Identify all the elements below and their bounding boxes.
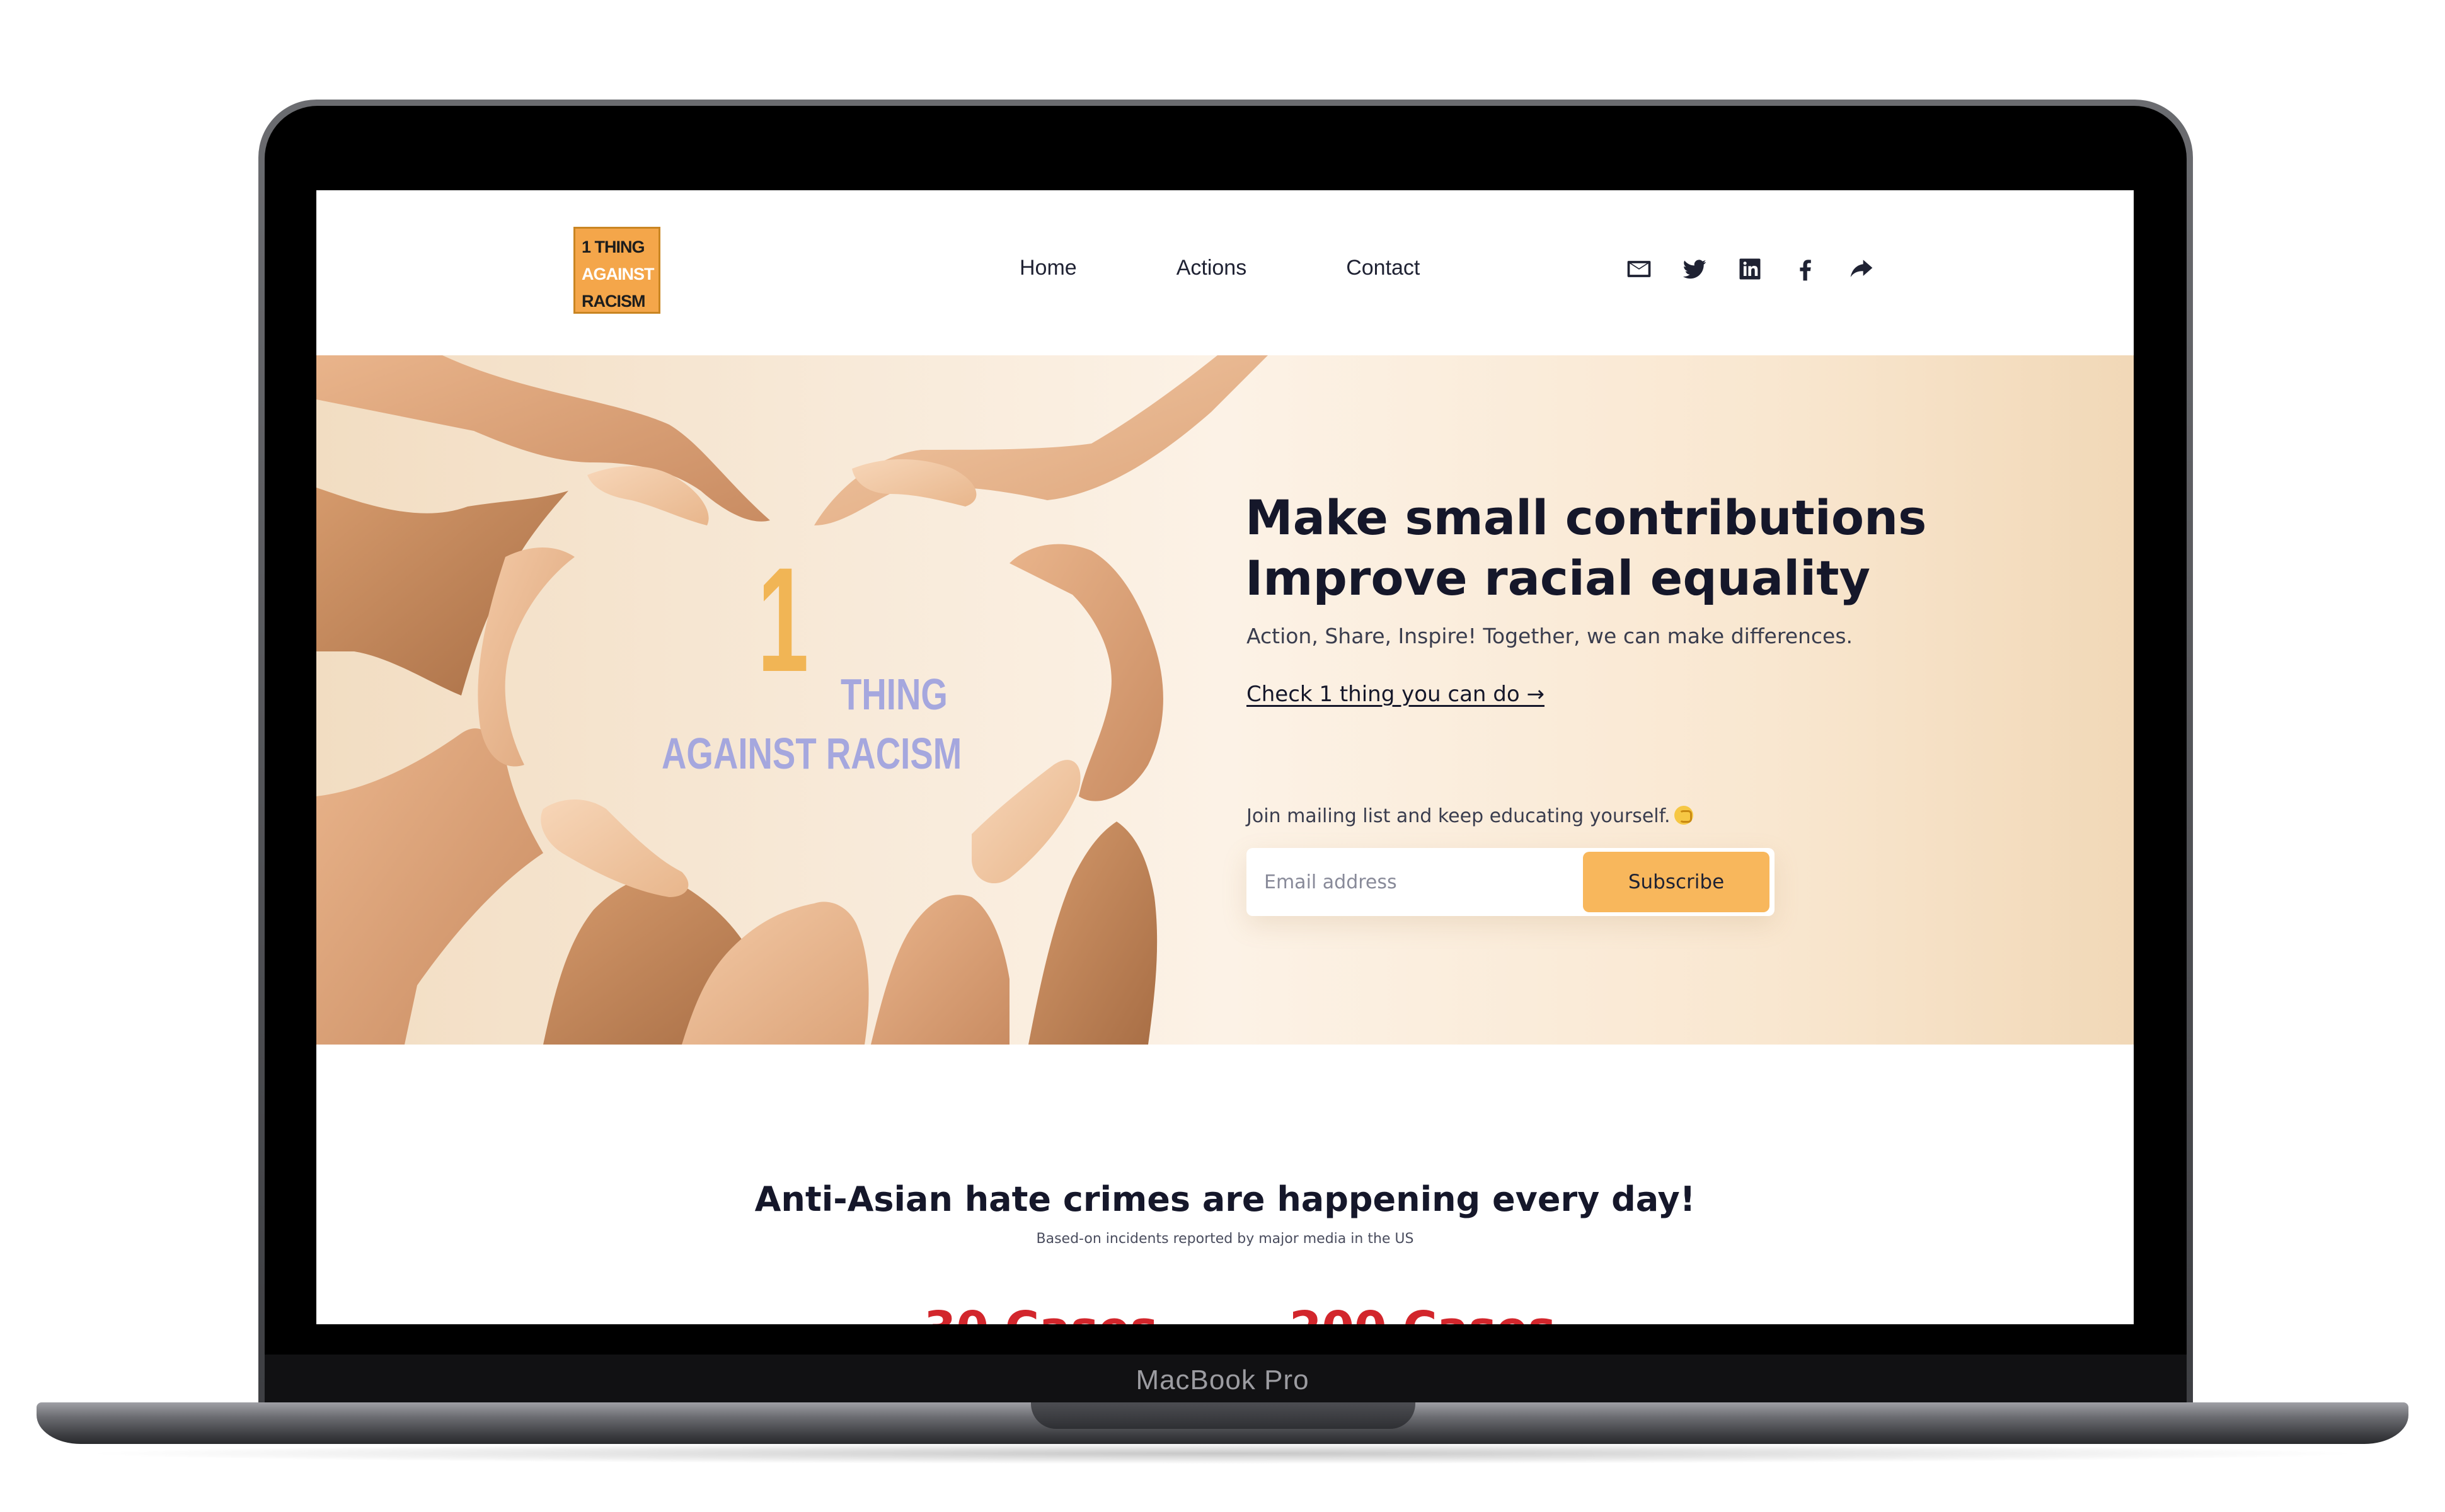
social-links: [1625, 255, 1875, 284]
linkedin-icon[interactable]: [1735, 255, 1764, 284]
nav-contact[interactable]: Contact: [1346, 256, 1420, 280]
logo-line-3: RACISM: [582, 292, 646, 311]
laptop-shadow: [76, 1443, 2369, 1464]
site-logo[interactable]: 1 THING AGAINST RACISM: [573, 227, 660, 314]
device-brand-label: MacBook Pro: [1136, 1365, 1309, 1395]
facebook-icon[interactable]: [1791, 255, 1820, 284]
mail-icon[interactable]: [1625, 255, 1654, 284]
raised-fist-icon: [1674, 806, 1693, 825]
hero-mark: 1 THING AGAINST RACISM: [316, 355, 1299, 1045]
nav-actions[interactable]: Actions: [1176, 256, 1247, 280]
twitter-icon[interactable]: [1680, 255, 1709, 284]
hero-mark-number: 1: [757, 537, 809, 703]
check-actions-link[interactable]: Check 1 thing you can do →: [1246, 682, 1545, 707]
hero-headline-line-1: Make small contributions: [1245, 490, 1927, 546]
site-header: 1 THING AGAINST RACISM Home Actions Cont…: [316, 190, 2134, 355]
subscribe-button[interactable]: Subscribe: [1583, 852, 1769, 912]
laptop-notch: [1031, 1402, 1415, 1429]
hero-section: 1 THING AGAINST RACISM Make small contri…: [316, 355, 2134, 1045]
stats-section-subtitle: Based-on incidents reported by major med…: [1036, 1231, 1414, 1247]
subscribe-form: Subscribe: [1246, 848, 1775, 916]
stats-section-title: Anti-Asian hate crimes are happening eve…: [754, 1179, 1696, 1219]
hero-mark-phrase: AGAINST RACISM: [662, 729, 962, 778]
logo-line-1: 1 THING: [582, 238, 645, 256]
stat-value: 30 Cases: [924, 1302, 1158, 1324]
share-icon[interactable]: [1846, 255, 1875, 284]
mailing-prompt: Join mailing list and keep educating you…: [1246, 805, 1693, 827]
browser-viewport: 1 THING AGAINST RACISM Home Actions Cont…: [316, 190, 2134, 1324]
email-field[interactable]: [1246, 848, 1580, 916]
logo-line-2: AGAINST: [582, 265, 655, 284]
mailing-prompt-text: Join mailing list and keep educating you…: [1246, 805, 1671, 827]
main-nav: Home Actions Contact: [1020, 256, 1420, 280]
hero-headline: Make small contributions Improve racial …: [1245, 488, 2064, 609]
laptop-mockup: MacBook Pro 1 THING AGAINST RACISM Home …: [0, 0, 2445, 1512]
hero-mark-word: THING: [841, 670, 948, 719]
nav-home[interactable]: Home: [1020, 256, 1077, 280]
hero-headline-line-2: Improve racial equality: [1245, 550, 1871, 606]
stat-value: 200 Cases: [1289, 1302, 1556, 1324]
hero-tagline: Action, Share, Inspire! Together, we can…: [1246, 624, 1853, 648]
